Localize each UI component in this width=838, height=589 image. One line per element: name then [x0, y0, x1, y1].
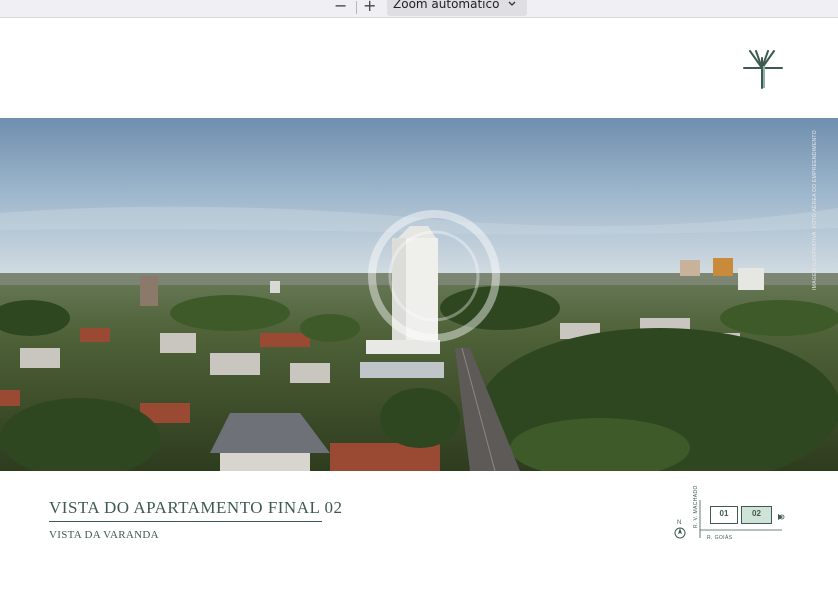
- page-title: Vista do apartamento final 02: [49, 498, 343, 517]
- zoom-in-button[interactable]: +: [363, 0, 376, 15]
- zoom-out-button[interactable]: −: [334, 0, 347, 15]
- street-label-vertical: R. V. MACHADO: [693, 485, 699, 528]
- unit-01-box: 01: [710, 506, 738, 524]
- pdf-toolbar: − + Zoom automático: [0, 0, 838, 18]
- brand-logo-icon: [743, 50, 783, 89]
- toolbar-separator: [356, 1, 357, 14]
- chevron-down-icon: [508, 1, 516, 6]
- zoom-select[interactable]: Zoom automático: [387, 0, 527, 16]
- unit-02-box: 02: [741, 506, 772, 524]
- zoom-select-value: Zoom automático: [393, 0, 500, 11]
- photo-credit: IMAGEM ILUSTRATIVA. FOTO AÉREA DO EMPREE…: [812, 130, 818, 290]
- street-label-horizontal: R. GOIÁS: [707, 535, 733, 541]
- title-underline: [49, 521, 322, 522]
- watermark-icon: [368, 210, 500, 342]
- page-subtitle: VISTA DA VARANDA: [49, 529, 159, 541]
- north-label: N: [677, 520, 682, 526]
